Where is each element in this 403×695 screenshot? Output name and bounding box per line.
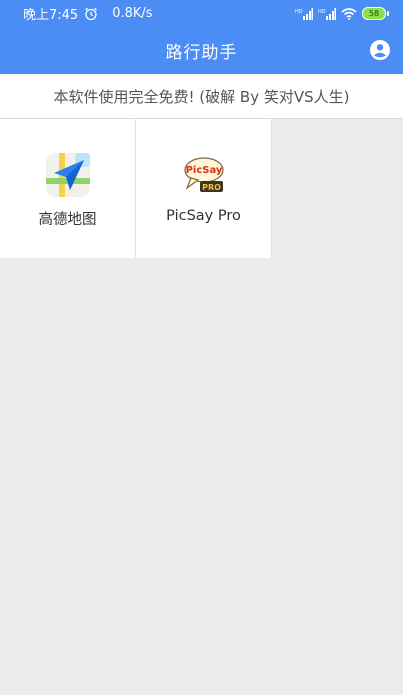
picsay-logo-text: PicSay <box>185 165 222 176</box>
account-circle-icon <box>369 39 391 65</box>
free-software-notice: 本软件使用完全免费! (破解 By 笑对VS人生) <box>0 74 403 119</box>
picsay-pro-icon: PicSay PRO <box>181 152 227 198</box>
account-button[interactable] <box>369 39 391 61</box>
network-speed: 0.8K/s <box>112 6 153 21</box>
app-bar: 路行助手 <box>0 27 403 74</box>
svg-text:HD: HD <box>318 9 326 15</box>
status-time: 晚上7:45 <box>23 8 79 23</box>
app-label-picsay-pro: PicSay Pro <box>166 208 241 224</box>
status-bar-left: 晚上7:45 0.8K/s <box>0 4 153 23</box>
svg-text:HD: HD <box>295 9 303 15</box>
status-bar-right: HD HD 58 <box>295 7 403 20</box>
app-tile-picsay-pro[interactable]: PicSay PRO PicSay Pro <box>136 119 272 258</box>
app-grid: 高德地图 PicSay PRO PicSay Pro <box>0 119 272 258</box>
amap-navigation-icon <box>45 152 91 198</box>
alarm-clock-icon <box>84 7 98 21</box>
hd-signal-icon: HD <box>318 7 336 20</box>
battery-level: 58 <box>362 7 386 20</box>
wifi-icon <box>341 7 357 20</box>
app-label-amap: 高德地图 <box>38 212 97 228</box>
app-tile-amap[interactable]: 高德地图 <box>0 119 136 258</box>
status-bar: 晚上7:45 0.8K/s HD HD 58 <box>0 0 403 27</box>
battery-icon: 58 <box>362 7 389 20</box>
app-title: 路行助手 <box>165 43 238 63</box>
hd-signal-icon: HD <box>295 7 313 20</box>
pro-badge-text: PRO <box>202 183 221 192</box>
